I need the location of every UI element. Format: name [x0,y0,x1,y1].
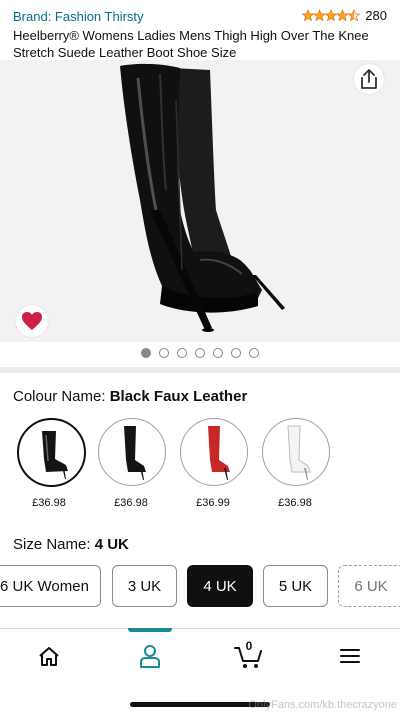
image-pagination[interactable] [0,342,400,364]
product-image-gallery[interactable] [0,60,400,342]
size-option-5uk[interactable]: 5 UK [263,565,328,607]
home-icon [39,647,59,666]
boot-thumbnail [287,425,311,480]
size-option-6uk[interactable]: 6 UK [338,565,400,607]
star-rating-icon [302,8,361,23]
product-header: Brand: Fashion Thirsty 280 Heelberry® Wo… [0,0,400,60]
size-option-4uk[interactable]: 4 UK [187,565,253,607]
nav-account-button[interactable] [130,641,170,671]
colour-price-2: £36.98 [114,497,148,509]
share-button[interactable] [354,64,384,94]
colour-name-label: Colour Name: Black Faux Leather [13,388,247,405]
pagination-dot[interactable] [141,348,151,358]
colour-swatch-2[interactable] [98,418,166,486]
nav-active-indicator [128,628,172,632]
colour-swatch-1[interactable] [17,418,86,487]
size-option-6uk-women[interactable]: 6 UK Women [0,565,101,607]
nav-cart-button[interactable]: 0 [229,639,269,671]
brand-link[interactable]: Brand: Fashion Thirsty [13,9,144,24]
add-to-wishlist-button[interactable] [16,305,48,337]
product-title: Heelberry® Womens Ladies Mens Thigh High… [13,28,369,60]
rating[interactable]: 280 [302,8,387,23]
pagination-dot[interactable] [177,348,187,358]
boot-thumbnail [208,426,230,480]
rating-count: 280 [365,8,387,23]
person-icon [140,645,160,668]
watermark: OnlyFans.com/kb.thecrazyone [248,699,397,711]
size-name-label: Size Name: 4 UK [13,536,129,553]
nav-home-button[interactable] [29,641,69,671]
section-divider [0,367,400,373]
share-icon [361,69,377,89]
colour-price-3: £36.99 [196,497,230,509]
colour-swatch-4[interactable] [262,418,330,486]
pagination-dot[interactable] [195,348,205,358]
nav-menu-button[interactable] [330,641,370,671]
menu-icon [340,649,360,663]
colour-label-text: Colour Name: [13,388,106,405]
size-option-3uk[interactable]: 3 UK [112,565,177,607]
colour-swatch-3[interactable] [180,418,248,486]
product-image [120,63,285,332]
size-label-text: Size Name: [13,536,91,553]
pagination-dot[interactable] [231,348,241,358]
pagination-dot[interactable] [213,348,223,358]
colour-price-4: £36.98 [278,497,312,509]
colour-price-1: £36.98 [32,497,66,509]
cart-count: 0 [245,639,253,653]
boot-thumbnail [124,426,146,480]
pagination-dot[interactable] [249,348,259,358]
boot-thumbnail [41,430,68,479]
selected-size: 4 UK [94,536,129,553]
pagination-dot[interactable] [159,348,169,358]
selected-colour: Black Faux Leather [109,388,248,405]
heart-icon [22,312,42,330]
